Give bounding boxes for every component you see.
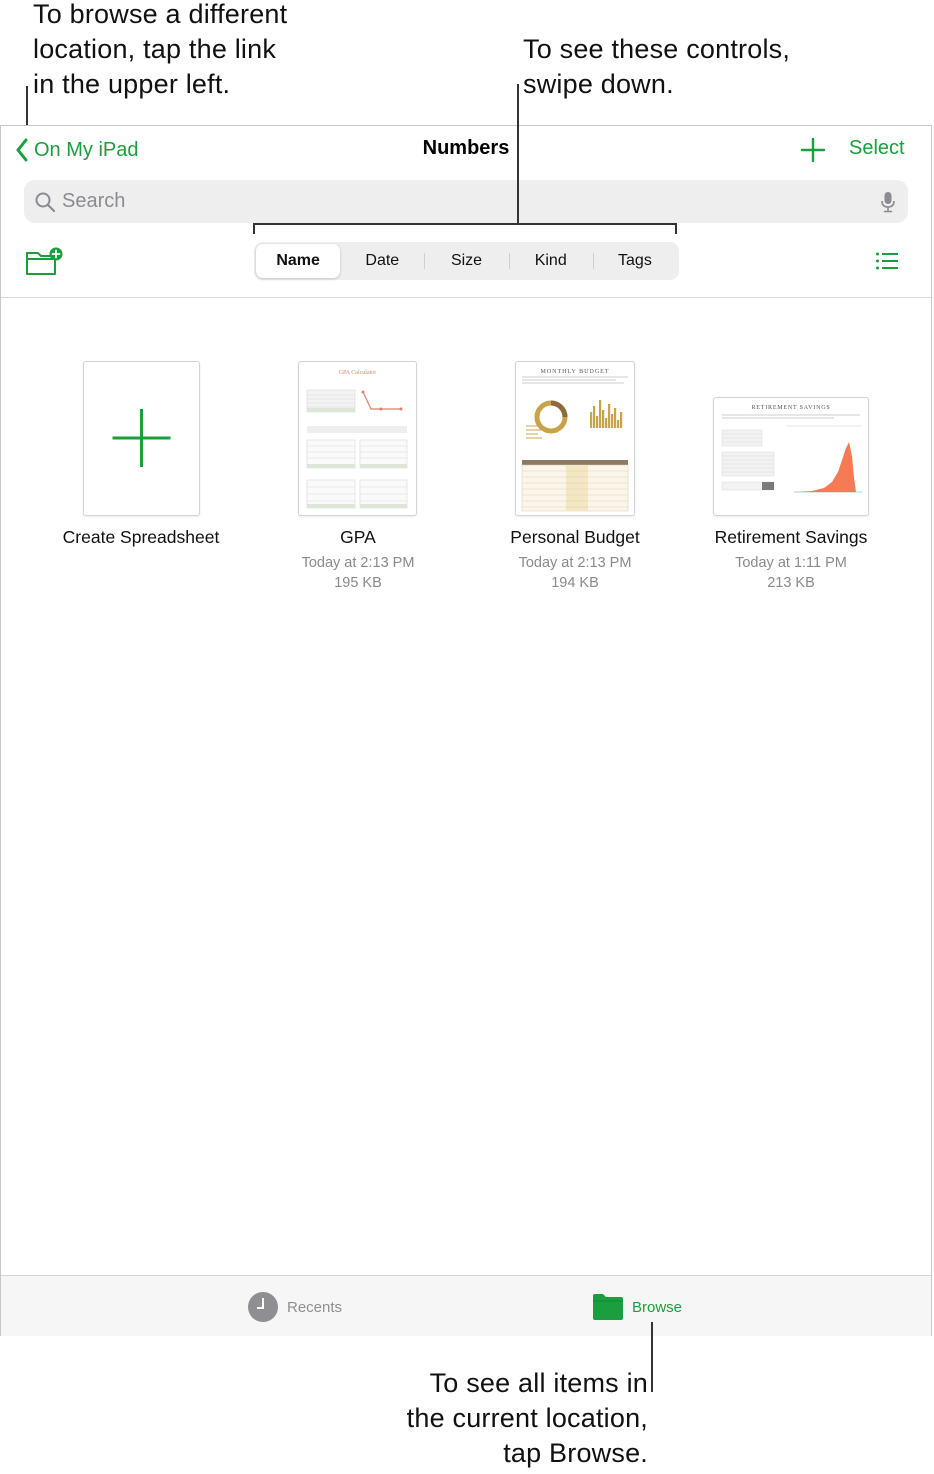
sort-option-size[interactable]: Size xyxy=(424,244,508,278)
select-button[interactable]: Select xyxy=(849,137,905,160)
callout-swipe-controls: To see these controls, swipe down. xyxy=(523,32,790,102)
callout-line: tap Browse. xyxy=(503,1438,648,1468)
sort-segmented-control: Name Date Size Kind Tags xyxy=(254,242,679,280)
callout-line: in the upper left. xyxy=(33,69,231,99)
document-date: Today at 1:11 PM xyxy=(735,555,847,571)
callout-line: To see these controls, xyxy=(523,34,791,64)
document-name: Retirement Savings xyxy=(714,527,868,547)
magnifier-icon xyxy=(35,192,56,212)
document-size: 194 KB xyxy=(551,575,599,591)
thumbnail-title: MONTHLY BUDGET xyxy=(540,369,609,375)
callout-line: location, tap the link xyxy=(33,34,277,64)
retirement-thumbnail-preview: RETIREMENT SAVINGS xyxy=(721,405,862,493)
thumbnail-title: GPA Calculator xyxy=(339,370,377,376)
document-size: 213 KB xyxy=(767,575,815,591)
callout-browse-location: To browse a different location, tap the … xyxy=(33,0,287,102)
document-name: GPA xyxy=(340,527,376,547)
tab-label: Browse xyxy=(632,1298,683,1316)
sort-option-kind[interactable]: Kind xyxy=(508,244,593,278)
callout-tap-browse: To see all items in the current location… xyxy=(360,1366,648,1471)
tab-browse[interactable]: Browse xyxy=(592,1291,682,1323)
tab-bar: Recents Browse xyxy=(1,1275,931,1336)
plus-icon[interactable] xyxy=(799,136,827,164)
tab-recents[interactable]: Recents xyxy=(247,1291,342,1323)
folder-badge-plus-icon[interactable] xyxy=(25,247,65,277)
sort-option-name[interactable]: Name xyxy=(256,244,341,278)
sort-option-date[interactable]: Date xyxy=(340,244,424,278)
document-size: 195 KB xyxy=(334,575,382,591)
search-bar xyxy=(24,180,908,223)
create-spreadsheet-thumbnail[interactable] xyxy=(83,361,200,516)
sort-option-tags[interactable]: Tags xyxy=(592,244,677,278)
callout-line: To browse a different xyxy=(33,0,288,29)
page-title: Numbers xyxy=(422,137,510,159)
clock-icon xyxy=(248,1292,278,1322)
callout-line: To see all items in xyxy=(429,1368,648,1398)
document-thumbnail[interactable]: MONTHLY BUDGET xyxy=(515,361,635,516)
document-date: Today at 2:13 PM xyxy=(301,555,415,571)
plus-icon xyxy=(112,409,171,467)
microphone-icon[interactable] xyxy=(880,191,896,213)
budget-thumbnail-preview: MONTHLY BUDGET xyxy=(521,369,629,512)
thumbnail-title: RETIREMENT SAVINGS xyxy=(751,405,830,411)
list-icon[interactable] xyxy=(875,250,899,272)
header-divider xyxy=(1,297,931,298)
document-thumbnail[interactable]: GPA Calculator xyxy=(298,361,417,516)
document-name: Create Spreadsheet xyxy=(62,527,220,547)
document-manager: On My iPad Numbers Select Name Date Size… xyxy=(0,125,932,1336)
callout-line: the current location, xyxy=(406,1403,648,1433)
tab-label: Recents xyxy=(287,1298,343,1316)
leader-line-back xyxy=(26,86,28,130)
document-thumbnail[interactable]: RETIREMENT SAVINGS xyxy=(713,397,869,516)
navigation-bar: On My iPad Numbers Select xyxy=(1,126,931,174)
document-date: Today at 2:13 PM xyxy=(518,555,632,571)
search-input[interactable] xyxy=(62,190,842,213)
gpa-thumbnail-preview: GPA Calculator xyxy=(306,370,408,509)
folder-icon xyxy=(593,1294,623,1320)
document-name: Personal Budget xyxy=(510,527,640,547)
callout-line: swipe down. xyxy=(523,69,674,99)
